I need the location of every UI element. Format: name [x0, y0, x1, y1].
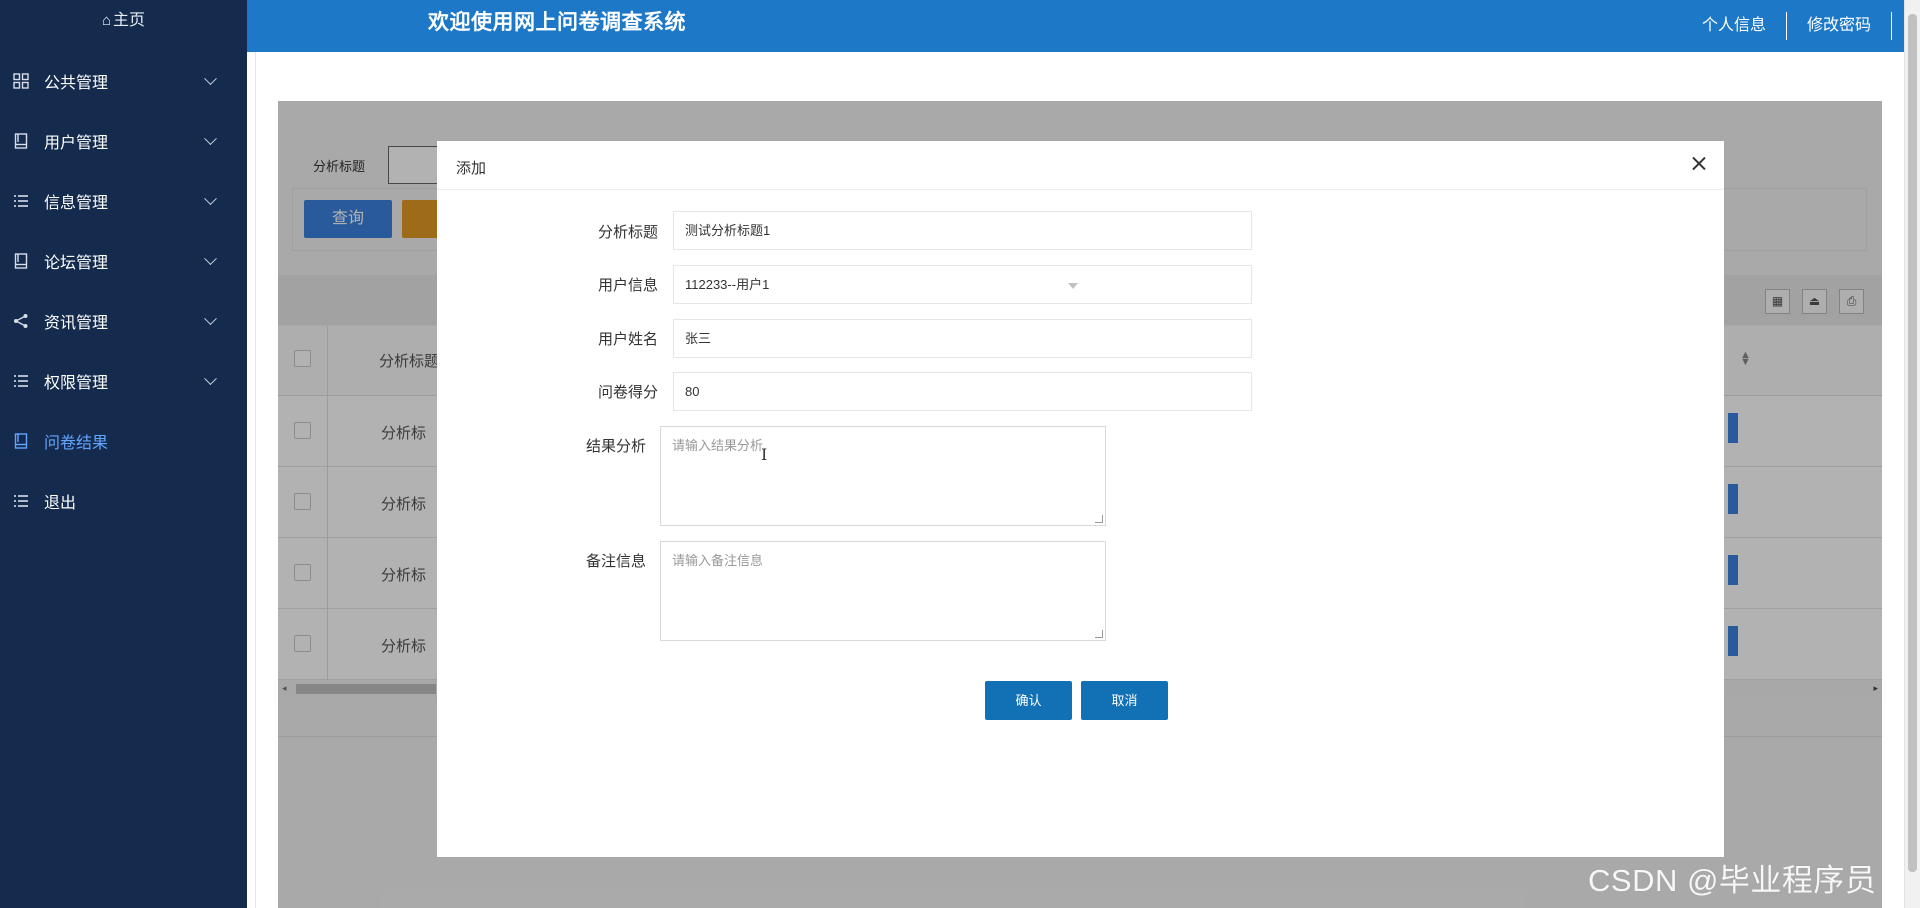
- sidebar-item-label: 资讯管理: [44, 315, 109, 332]
- sidebar-item-label: 退出: [44, 495, 77, 512]
- analysis-label: 结果分析: [585, 438, 646, 455]
- page-vertical-scrollbar[interactable]: [1904, 0, 1920, 908]
- book-icon: [10, 130, 32, 152]
- sidebar-item-label: 论坛管理: [44, 255, 109, 272]
- dropdown-arrow-icon[interactable]: [1068, 283, 1078, 289]
- scrollbar-thumb[interactable]: [1908, 14, 1917, 872]
- share-icon: [10, 310, 32, 332]
- header-links: 个人信息 修改密码: [1682, 0, 1892, 52]
- chevron-down-icon: [204, 371, 217, 385]
- sidebar-item-logout[interactable]: 退出: [0, 471, 247, 531]
- user-name-input[interactable]: 张三: [673, 319, 1252, 358]
- page-title: 欢迎使用网上问卷调查系统: [428, 11, 686, 34]
- resize-handle-icon[interactable]: [1095, 630, 1103, 638]
- analysis-textarea[interactable]: 请输入结果分析: [660, 426, 1106, 526]
- cancel-button[interactable]: 取消: [1081, 681, 1168, 720]
- list-icon: [10, 190, 32, 212]
- watermark: CSDN @毕业程序员: [1588, 863, 1877, 898]
- grid-icon: [10, 70, 32, 92]
- book-icon: [10, 250, 32, 272]
- user-info-label: 用户信息: [597, 277, 658, 294]
- chevron-down-icon: [204, 131, 217, 145]
- sidebar-item-news-management[interactable]: 资讯管理: [0, 291, 247, 351]
- remark-textarea[interactable]: 请输入备注信息: [660, 541, 1106, 641]
- score-label: 问卷得分: [597, 384, 658, 401]
- sidebar-item-forum-management[interactable]: 论坛管理: [0, 231, 247, 291]
- top-header: 欢迎使用网上问卷调查系统 个人信息 修改密码: [247, 0, 1904, 52]
- text-cursor-icon: I: [761, 445, 768, 464]
- sidebar-item-survey-results[interactable]: 问卷结果: [0, 411, 247, 471]
- title-label: 分析标题: [597, 224, 658, 241]
- book-icon: [10, 430, 32, 452]
- profile-link[interactable]: 个人信息: [1682, 12, 1787, 40]
- dialog-header: 添加: [437, 141, 1724, 190]
- sidebar-item-label: 信息管理: [44, 195, 109, 212]
- home-icon: ⌂: [101, 12, 112, 29]
- chevron-down-icon: [204, 251, 217, 265]
- sidebar-item-label: 权限管理: [44, 375, 109, 392]
- change-password-link[interactable]: 修改密码: [1787, 12, 1892, 40]
- sidebar-item-user-management[interactable]: 用户管理: [0, 111, 247, 171]
- list-icon: [10, 490, 32, 512]
- score-input[interactable]: 80: [673, 372, 1252, 411]
- sidebar-item-label: 公共管理: [44, 75, 109, 92]
- sidebar-home-link[interactable]: ⌂ 主页: [0, 0, 247, 42]
- chevron-down-icon: [204, 311, 217, 325]
- divider: [255, 52, 256, 908]
- list-icon: [10, 370, 32, 392]
- analysis-placeholder: 请输入结果分析: [672, 438, 764, 453]
- title-input[interactable]: 测试分析标题1: [673, 211, 1252, 250]
- sidebar-item-public-management[interactable]: 公共管理: [0, 51, 247, 111]
- dialog-title: 添加: [456, 160, 487, 177]
- resize-handle-icon[interactable]: [1095, 515, 1103, 523]
- user-info-select[interactable]: 112233--用户1: [673, 265, 1252, 304]
- chevron-down-icon: [204, 71, 217, 85]
- sidebar-item-label: 问卷结果: [44, 435, 109, 452]
- confirm-button[interactable]: 确认: [985, 681, 1072, 720]
- sidebar-item-label: 用户管理: [44, 135, 109, 152]
- close-icon[interactable]: [1688, 153, 1710, 175]
- remark-label: 备注信息: [585, 553, 646, 570]
- sidebar-item-permission-management[interactable]: 权限管理: [0, 351, 247, 411]
- home-label: 主页: [113, 12, 146, 29]
- sidebar-item-info-management[interactable]: 信息管理: [0, 171, 247, 231]
- remark-placeholder: 请输入备注信息: [672, 553, 764, 568]
- user-name-label: 用户姓名: [597, 331, 658, 348]
- sidebar: ⌂ 主页 公共管理 用户管理 信息管理 论坛管理 资讯管理 权限管理 问卷结果 …: [0, 0, 247, 908]
- chevron-down-icon: [204, 191, 217, 205]
- add-dialog: 添加 分析标题 测试分析标题1 用户信息 112233--用户1 用户姓名 张三…: [437, 141, 1724, 857]
